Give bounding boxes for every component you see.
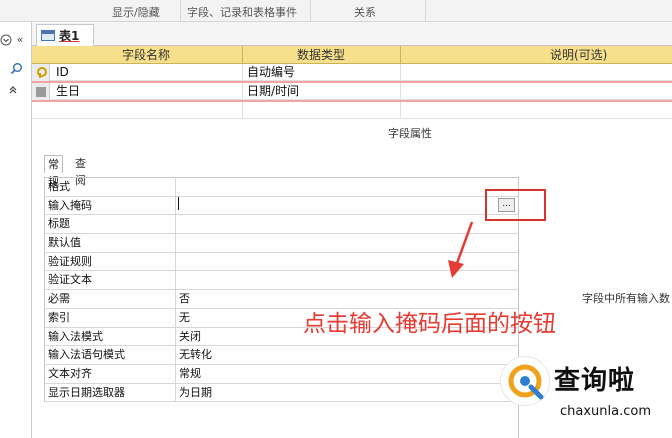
row-selector[interactable] [32, 64, 50, 81]
row-selector[interactable] [32, 83, 50, 100]
ribbon-group-relationships: 关系 [354, 6, 376, 19]
property-name: 验证文本 [48, 273, 92, 287]
expand-up-icon[interactable] [5, 82, 21, 98]
property-name: 必需 [48, 292, 70, 306]
property-value[interactable]: 关闭 [179, 328, 201, 346]
property-row[interactable]: 文本对齐 常规 [45, 365, 519, 384]
cell-divider [400, 102, 401, 119]
header-description: 说明(可选) [550, 48, 608, 62]
watermark-logo-icon [500, 356, 550, 406]
watermark-subtitle: chaxunla.com [560, 404, 651, 419]
property-name: 验证规则 [48, 254, 92, 268]
ribbon-group-field-events: 字段、记录和表格事件 [187, 6, 297, 19]
tab-lookup[interactable]: 查阅 [72, 155, 89, 187]
data-type-cell[interactable]: 日期/时间 [244, 83, 400, 100]
watermark-title: 查询啦 [554, 366, 636, 396]
ribbon-separator [180, 0, 181, 22]
property-row[interactable]: 输入法语句模式 无转化 [45, 346, 519, 365]
header-field-name: 字段名称 [121, 48, 170, 62]
data-type-cell[interactable]: 自动编号 [244, 64, 400, 81]
property-name: 输入法模式 [48, 329, 103, 343]
cell-divider [400, 64, 401, 81]
collapse-pane-icon[interactable]: « [12, 31, 28, 47]
field-properties-title: 字段属性 [388, 127, 432, 140]
property-name: 输入法语句模式 [48, 348, 125, 362]
table-row-empty[interactable] [32, 102, 672, 119]
property-value[interactable]: 无 [179, 309, 190, 327]
ribbon-group-labels: 显示/隐藏 字段、记录和表格事件 关系 [0, 0, 672, 22]
property-name: 输入掩码 [48, 198, 92, 212]
property-sheet: 格式 输入掩码 标题 默认值 验证规则 验证文本 必需 否 索引 无 输入法模式 关闭… [44, 177, 519, 403]
property-name: 格式 [48, 180, 70, 193]
tab-general[interactable]: 常规 [44, 155, 63, 188]
property-name: 索引 [48, 310, 70, 324]
property-column-divider [175, 177, 176, 401]
primary-key-icon [36, 67, 47, 78]
property-row[interactable]: 格式 [45, 178, 519, 197]
search-icon[interactable] [8, 60, 24, 76]
annotation-text: 点击输入掩码后面的按钮 [303, 311, 556, 337]
ribbon-group-show-hide: 显示/隐藏 [112, 6, 160, 19]
property-name: 默认值 [48, 236, 81, 250]
description-cell[interactable] [402, 83, 672, 100]
text-caret [178, 197, 179, 210]
property-hint-text: 字段中所有输入数 [582, 292, 670, 305]
table-row[interactable]: 生日 日期/时间 [32, 83, 672, 100]
tab-table1[interactable]: 表1 [36, 24, 94, 46]
property-value[interactable]: 否 [179, 290, 190, 308]
current-row-marker [35, 86, 46, 97]
property-name: 标题 [48, 217, 70, 231]
ribbon-separator [425, 0, 426, 22]
cell-divider [242, 102, 243, 119]
property-value[interactable]: 为日期 [179, 384, 212, 402]
header-data-type: 数据类型 [296, 48, 345, 62]
field-name-cell[interactable]: ID [53, 64, 242, 81]
navigation-pane: « [0, 22, 32, 438]
property-name: 文本对齐 [48, 366, 92, 380]
highlight-box [485, 189, 546, 221]
document-tab-strip: 表1 [32, 22, 672, 46]
table-icon [41, 30, 55, 41]
grid-header: 字段名称 数据类型 说明(可选) [32, 46, 672, 64]
property-name: 显示日期选取器 [48, 385, 125, 399]
property-value[interactable]: 常规 [179, 365, 201, 383]
tab-label: 表1 [59, 29, 80, 43]
property-value[interactable]: 无转化 [179, 346, 212, 364]
property-row-input-mask[interactable]: 输入掩码 [45, 196, 519, 216]
ribbon-separator [310, 0, 311, 22]
cell-divider [400, 83, 401, 100]
watermark: 查询啦 chaxunla.com [498, 354, 672, 438]
annotation-arrow-icon [448, 221, 474, 278]
description-cell[interactable] [402, 64, 672, 81]
table-row[interactable]: ID 自动编号 [32, 64, 672, 81]
field-name-cell[interactable]: 生日 [53, 83, 242, 100]
cell-divider [242, 64, 243, 81]
property-row[interactable]: 显示日期选取器 为日期 [45, 384, 519, 403]
cell-divider [242, 83, 243, 100]
